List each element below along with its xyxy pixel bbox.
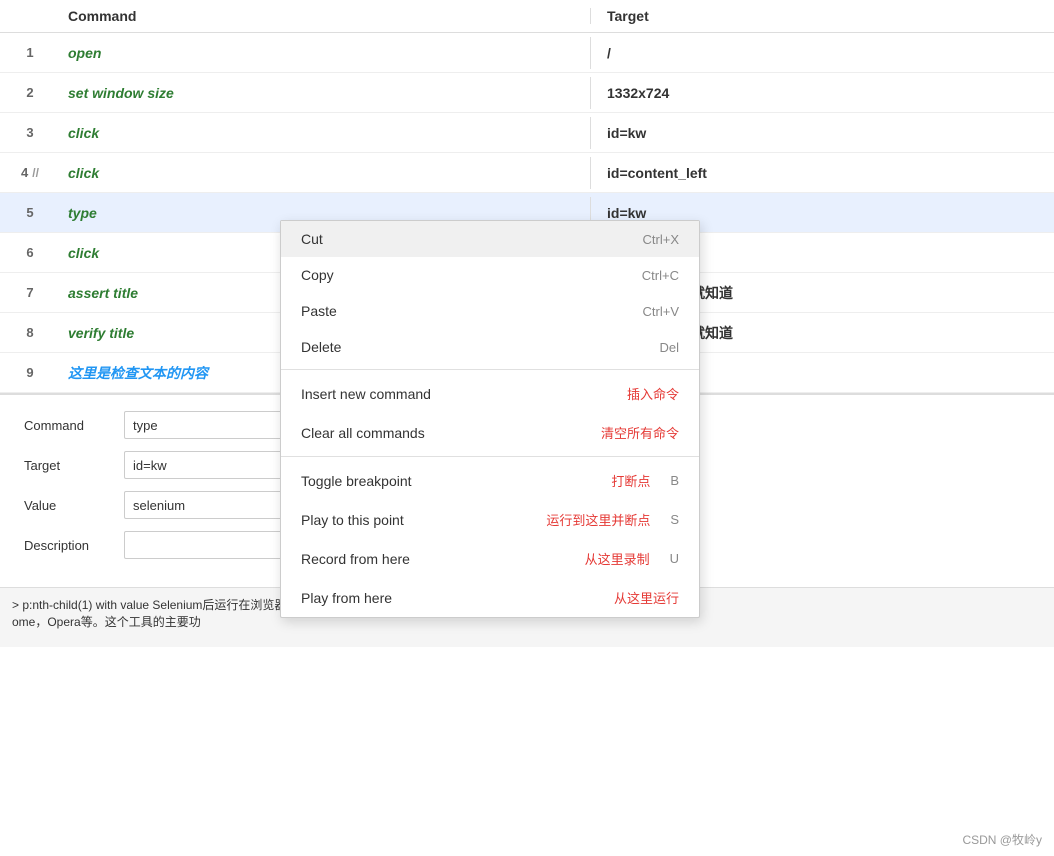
- row-target: id=kw: [590, 117, 1054, 149]
- row-num: 9: [0, 365, 60, 380]
- ctx-record-chinese: 从这里录制: [585, 549, 650, 568]
- row-command: click: [60, 117, 590, 149]
- row-num: 5: [0, 205, 60, 220]
- row-command: set window size: [60, 77, 590, 109]
- status-text-2: ome，Opera等。这个工具的主要功: [12, 615, 201, 629]
- ctx-insert-chinese: 插入命令: [627, 384, 679, 403]
- ctx-divider-2: [281, 456, 699, 457]
- row-command: click: [60, 157, 590, 189]
- table-row[interactable]: 2 set window size 1332x724: [0, 73, 1054, 113]
- ctx-delete-label: Delete: [301, 339, 341, 355]
- target-label: Target: [24, 458, 124, 473]
- ctx-toggle-chinese: 打断点: [611, 471, 650, 490]
- ctx-record-label: Record from here: [301, 551, 410, 567]
- ctx-play-to-label: Play to this point: [301, 512, 404, 528]
- table-row[interactable]: 4 // click id=content_left: [0, 153, 1054, 193]
- row-num: 8: [0, 325, 60, 340]
- row-num: 3: [0, 125, 60, 140]
- table-row[interactable]: 3 click id=kw: [0, 113, 1054, 153]
- ctx-paste-shortcut: Ctrl+V: [643, 304, 679, 319]
- row-target: 1332x724: [590, 77, 1054, 109]
- ctx-cut-shortcut: Ctrl+X: [643, 232, 679, 247]
- ctx-insert-label: Insert new command: [301, 386, 431, 402]
- ctx-cut-label: Cut: [301, 231, 323, 247]
- description-label: Description: [24, 538, 124, 553]
- ctx-record-here[interactable]: Record from here 从这里录制 U: [281, 539, 699, 578]
- watermark: CSDN @牧岭y: [962, 831, 1042, 848]
- ctx-copy-shortcut: Ctrl+C: [642, 268, 679, 283]
- ctx-play-here-chinese: 从这里运行: [614, 588, 679, 607]
- row-command: open: [60, 37, 590, 69]
- command-label: Command: [24, 418, 124, 433]
- ctx-play-here[interactable]: Play from here 从这里运行: [281, 578, 699, 617]
- ctx-insert-command[interactable]: Insert new command 插入命令: [281, 374, 699, 413]
- ctx-play-to-point[interactable]: Play to this point 运行到这里并断点 S: [281, 500, 699, 539]
- ctx-toggle-label: Toggle breakpoint: [301, 473, 412, 489]
- ctx-divider-1: [281, 369, 699, 370]
- row-num: 1: [0, 45, 60, 60]
- ctx-copy-label: Copy: [301, 267, 334, 283]
- header-num: [0, 8, 60, 24]
- ctx-clear-chinese: 清空所有命令: [601, 423, 679, 442]
- ctx-delete[interactable]: Delete Del: [281, 329, 699, 365]
- ctx-toggle-breakpoint[interactable]: Toggle breakpoint 打断点 B: [281, 461, 699, 500]
- ctx-paste-label: Paste: [301, 303, 337, 319]
- ctx-play-to-chinese: 运行到这里并断点: [546, 510, 650, 529]
- context-menu: Cut Ctrl+X Copy Ctrl+C Paste Ctrl+V Dele…: [280, 220, 700, 618]
- header-command: Command: [60, 8, 590, 24]
- ctx-copy[interactable]: Copy Ctrl+C: [281, 257, 699, 293]
- ctx-play-to-shortcut: S: [670, 512, 679, 527]
- value-label: Value: [24, 498, 124, 513]
- table-row[interactable]: 1 open /: [0, 33, 1054, 73]
- comment-mark: //: [32, 166, 39, 180]
- row-num: 6: [0, 245, 60, 260]
- ctx-delete-shortcut: Del: [659, 340, 679, 355]
- header-target: Target: [590, 8, 1054, 24]
- row-num: 2: [0, 85, 60, 100]
- row-num: 4 //: [0, 165, 60, 180]
- table-header: Command Target: [0, 0, 1054, 33]
- row-target: id=content_left: [590, 157, 1054, 189]
- ctx-play-here-label: Play from here: [301, 590, 392, 606]
- row-num: 7: [0, 285, 60, 300]
- ctx-record-shortcut: U: [670, 551, 679, 566]
- ctx-paste[interactable]: Paste Ctrl+V: [281, 293, 699, 329]
- ctx-clear-label: Clear all commands: [301, 425, 425, 441]
- row-target: /: [590, 37, 1054, 69]
- ctx-clear-commands[interactable]: Clear all commands 清空所有命令: [281, 413, 699, 452]
- ctx-toggle-shortcut: B: [670, 473, 679, 488]
- ctx-cut[interactable]: Cut Ctrl+X: [281, 221, 699, 257]
- watermark-text: CSDN @牧岭y: [962, 833, 1042, 847]
